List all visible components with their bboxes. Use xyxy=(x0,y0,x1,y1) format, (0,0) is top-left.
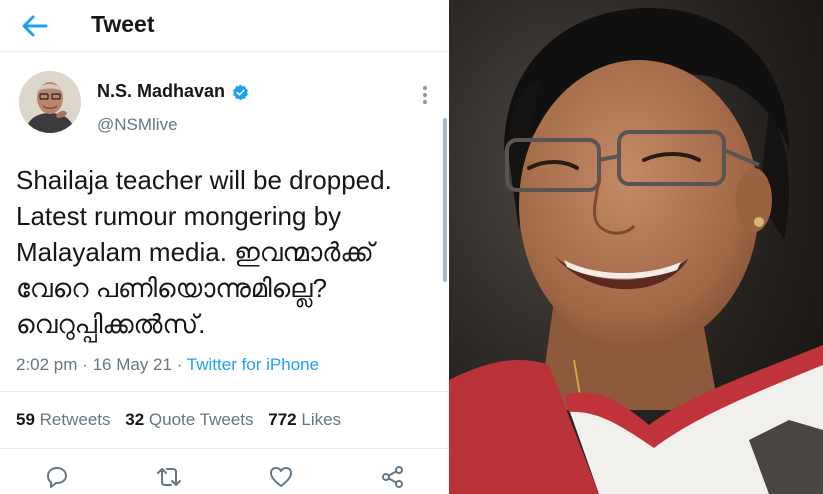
share-icon[interactable] xyxy=(380,464,406,490)
quote-tweets-label: Quote Tweets xyxy=(148,410,254,429)
more-options-icon[interactable] xyxy=(418,84,432,106)
author-avatar[interactable] xyxy=(19,71,81,133)
scrollbar[interactable] xyxy=(443,118,447,282)
tweet-header: Tweet xyxy=(0,0,449,52)
back-arrow-icon[interactable] xyxy=(20,12,50,40)
tweet-panel: Tweet N.S. Madhavan @NSMlive Shailaja te… xyxy=(0,0,449,494)
likes-label: Likes xyxy=(301,410,342,429)
quote-tweets-count: 32 xyxy=(125,410,145,429)
page-title: Tweet xyxy=(91,11,155,37)
retweets-stat[interactable]: 59 Retweets xyxy=(16,410,111,429)
divider xyxy=(0,448,449,449)
retweet-icon[interactable] xyxy=(156,464,182,490)
tweet-actions xyxy=(0,460,449,494)
like-icon[interactable] xyxy=(268,464,294,490)
divider xyxy=(0,391,449,392)
tweet-text: Shailaja teacher will be dropped. Latest… xyxy=(16,165,392,339)
tweet-time: 2:02 pm xyxy=(16,355,78,374)
author-name[interactable]: N.S. Madhavan xyxy=(97,81,225,102)
author-handle[interactable]: @NSMlive xyxy=(97,115,178,135)
tweet-meta: 2:02 pm · 16 May 21 · Twitter for iPhone xyxy=(16,355,319,375)
quote-tweets-stat[interactable]: 32 Quote Tweets xyxy=(125,410,253,429)
verified-badge-icon xyxy=(232,84,249,101)
tweet-date: 16 May 21 xyxy=(92,355,172,374)
retweets-label: Retweets xyxy=(39,410,111,429)
tweet-client-link[interactable]: Twitter for iPhone xyxy=(187,355,319,374)
retweets-count: 59 xyxy=(16,410,35,429)
portrait-photo xyxy=(449,0,823,494)
tweet-stats: 59 Retweets 32 Quote Tweets 772 Likes xyxy=(16,410,351,430)
meta-separator: · xyxy=(82,355,88,374)
meta-separator-2: · xyxy=(176,355,183,374)
likes-stat[interactable]: 772 Likes xyxy=(268,410,341,429)
reply-icon[interactable] xyxy=(44,464,70,490)
likes-count: 772 xyxy=(268,410,297,429)
